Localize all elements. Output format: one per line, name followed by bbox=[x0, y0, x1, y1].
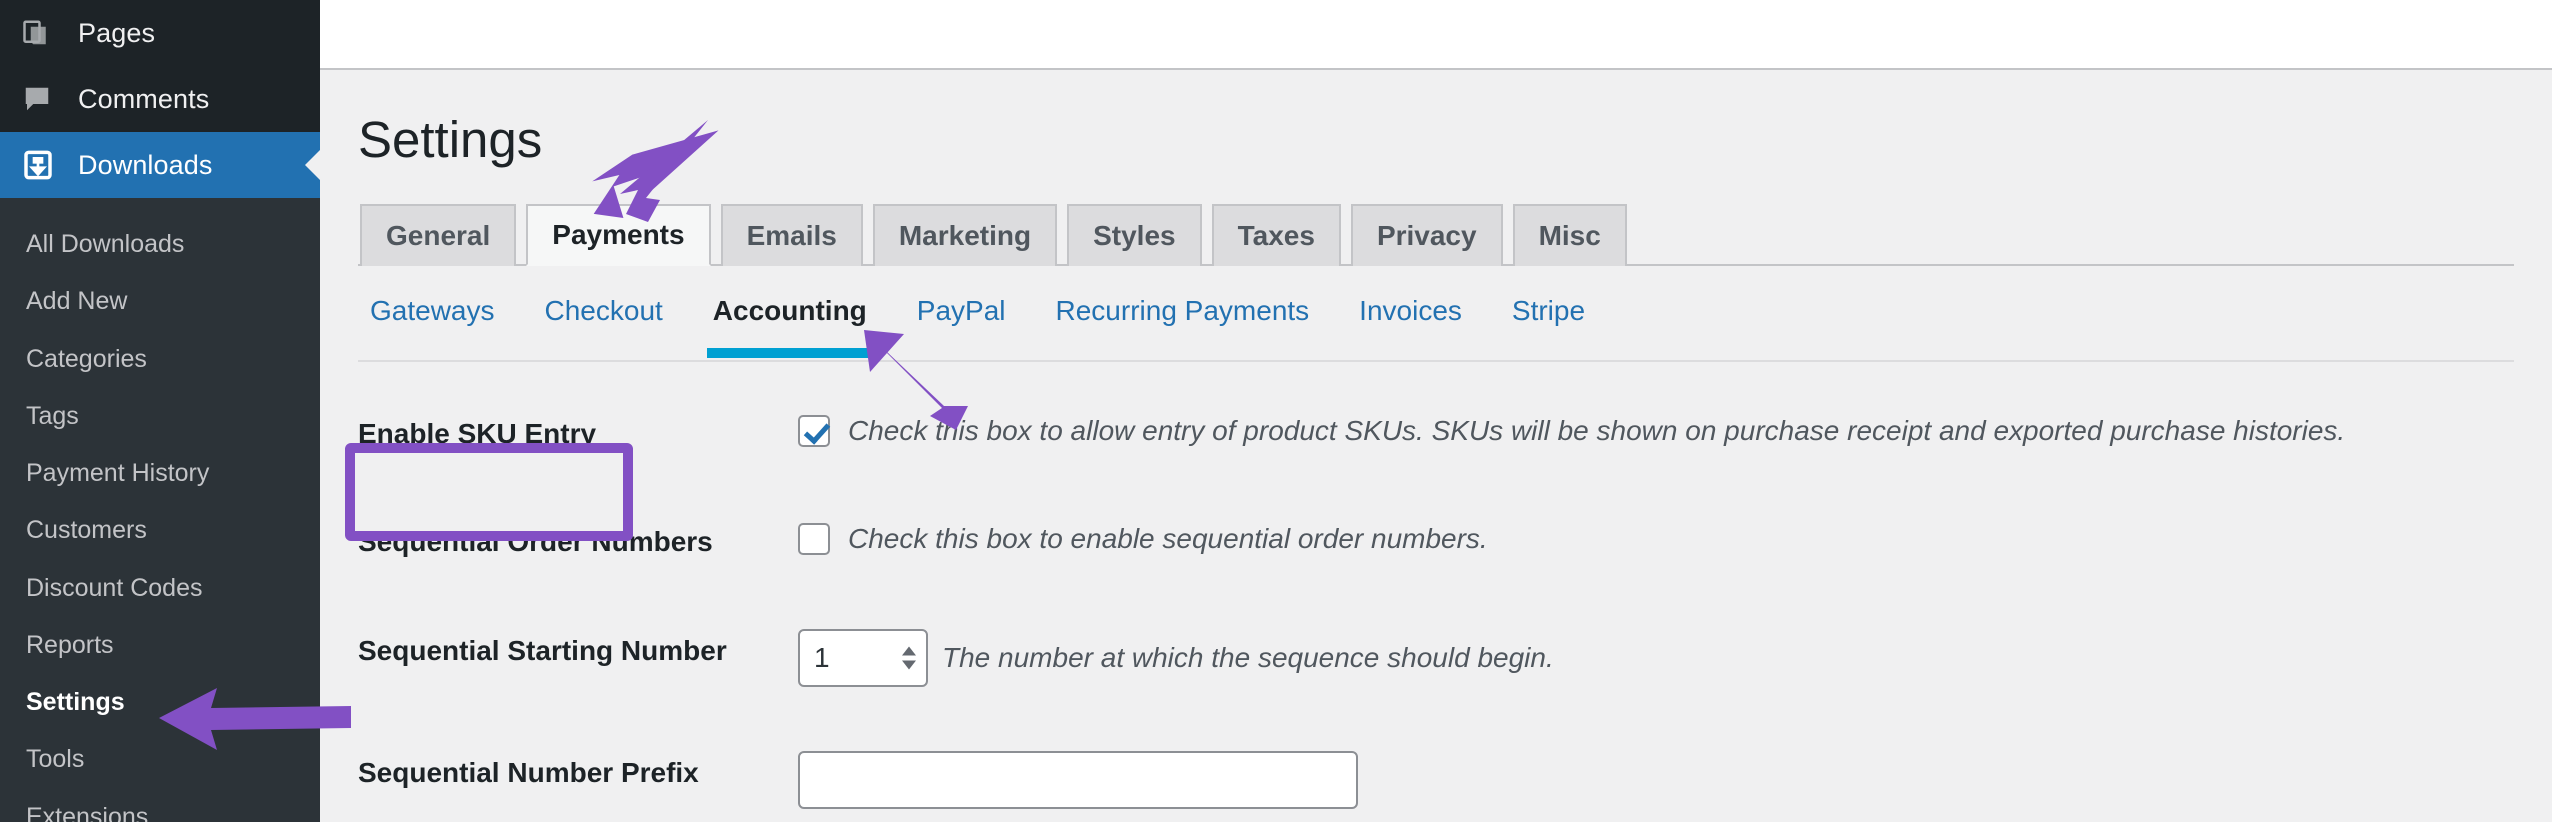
subtab-stripe[interactable]: Stripe bbox=[1512, 297, 1585, 355]
setting-field-enable-sku-entry: Check this box to allow entry of product… bbox=[798, 380, 2552, 488]
submenu-item-discount-codes[interactable]: Discount Codes bbox=[0, 560, 320, 617]
submenu-item-settings[interactable]: Settings bbox=[0, 674, 320, 731]
tab-payments[interactable]: Payments bbox=[526, 204, 711, 267]
sequential-starting-number-value: 1 bbox=[814, 641, 830, 673]
admin-screen: Pages Comments Downloads All Downloads A… bbox=[0, 0, 2552, 822]
sequential-starting-number-description: The number at which the sequence should … bbox=[942, 641, 1554, 673]
sequential-order-numbers-description: Check this box to enable sequential orde… bbox=[848, 523, 1488, 555]
setting-row-sequential-starting-number: Sequential Starting Number 1 The number … bbox=[358, 597, 2552, 719]
submenu-item-all-downloads[interactable]: All Downloads bbox=[0, 216, 320, 273]
submenu-item-customers[interactable]: Customers bbox=[0, 502, 320, 559]
sidebar-item-pages[interactable]: Pages bbox=[0, 0, 320, 66]
sidebar-submenu-downloads: All Downloads Add New Categories Tags Pa… bbox=[0, 198, 320, 822]
sequential-order-numbers-checkbox[interactable] bbox=[798, 523, 830, 556]
setting-field-sequential-starting-number: 1 The number at which the sequence shoul… bbox=[798, 597, 2552, 719]
downloads-icon bbox=[22, 149, 72, 181]
setting-label-sequential-starting-number: Sequential Starting Number bbox=[358, 634, 727, 666]
admin-content: Settings General Payments Emails Marketi… bbox=[320, 0, 2552, 822]
sidebar-item-label: Comments bbox=[78, 83, 210, 114]
submenu-item-categories[interactable]: Categories bbox=[0, 331, 320, 388]
subtab-checkout[interactable]: Checkout bbox=[545, 297, 663, 355]
setting-row-enable-sku-entry: Enable SKU Entry Check this box to allow… bbox=[358, 380, 2552, 488]
setting-label-enable-sku-entry: Enable SKU Entry bbox=[358, 418, 597, 450]
tab-privacy[interactable]: Privacy bbox=[1350, 204, 1503, 267]
pages-icon bbox=[22, 18, 72, 48]
tab-taxes[interactable]: Taxes bbox=[1211, 204, 1341, 267]
page-title: Settings bbox=[358, 111, 543, 168]
tab-emails[interactable]: Emails bbox=[720, 204, 863, 267]
sequential-number-prefix-input[interactable] bbox=[798, 750, 1358, 809]
submenu-item-add-new[interactable]: Add New bbox=[0, 273, 320, 330]
sidebar-top-menu: Pages Comments Downloads bbox=[0, 0, 320, 198]
setting-label-sequential-order-numbers: Sequential Order Numbers bbox=[358, 526, 713, 558]
submenu-item-payment-history[interactable]: Payment History bbox=[0, 445, 320, 502]
sidebar-item-downloads[interactable]: Downloads bbox=[0, 132, 320, 198]
sequential-starting-number-input[interactable]: 1 bbox=[798, 628, 928, 687]
settings-wrap: Settings General Payments Emails Marketi… bbox=[320, 70, 2552, 822]
settings-form-table: Enable SKU Entry Check this box to allow… bbox=[358, 380, 2552, 822]
submenu-item-reports[interactable]: Reports bbox=[0, 617, 320, 674]
admin-sidebar: Pages Comments Downloads All Downloads A… bbox=[0, 0, 320, 822]
sidebar-item-label: Pages bbox=[78, 17, 156, 48]
enable-sku-entry-checkbox[interactable] bbox=[798, 414, 830, 447]
subtab-gateways[interactable]: Gateways bbox=[370, 297, 495, 355]
subtab-accounting[interactable]: Accounting bbox=[706, 297, 873, 359]
stepper-up-icon[interactable] bbox=[902, 646, 916, 656]
sidebar-item-label: Downloads bbox=[78, 149, 213, 180]
settings-subtab-bar: Gateways Checkout Accounting PayPal Recu… bbox=[358, 266, 2514, 363]
sidebar-item-comments[interactable]: Comments bbox=[0, 66, 320, 132]
number-stepper[interactable] bbox=[902, 646, 916, 670]
subtab-recurring-payments[interactable]: Recurring Payments bbox=[1056, 297, 1310, 355]
tab-misc[interactable]: Misc bbox=[1512, 204, 1627, 267]
subtab-invoices[interactable]: Invoices bbox=[1359, 297, 1462, 355]
setting-row-sequential-order-numbers: Sequential Order Numbers Check this box … bbox=[358, 488, 2552, 596]
tab-marketing[interactable]: Marketing bbox=[872, 204, 1058, 267]
submenu-item-tools[interactable]: Tools bbox=[0, 731, 320, 788]
submenu-item-tags[interactable]: Tags bbox=[0, 388, 320, 445]
stepper-down-icon[interactable] bbox=[902, 660, 916, 670]
comments-icon bbox=[22, 84, 72, 114]
setting-field-sequential-number-prefix bbox=[798, 719, 2552, 822]
enable-sku-entry-description: Check this box to allow entry of product… bbox=[848, 415, 2346, 447]
setting-label-sequential-number-prefix: Sequential Number Prefix bbox=[358, 756, 699, 788]
setting-field-sequential-order-numbers: Check this box to enable sequential orde… bbox=[798, 488, 2552, 596]
subtab-paypal[interactable]: PayPal bbox=[917, 297, 1006, 355]
setting-row-sequential-number-prefix: Sequential Number Prefix bbox=[358, 719, 2552, 822]
settings-tab-bar: General Payments Emails Marketing Styles… bbox=[358, 194, 2514, 267]
tab-styles[interactable]: Styles bbox=[1067, 204, 1202, 267]
submenu-item-extensions[interactable]: Extensions bbox=[0, 789, 320, 822]
admin-bar bbox=[320, 0, 2552, 70]
tab-general[interactable]: General bbox=[360, 204, 517, 267]
